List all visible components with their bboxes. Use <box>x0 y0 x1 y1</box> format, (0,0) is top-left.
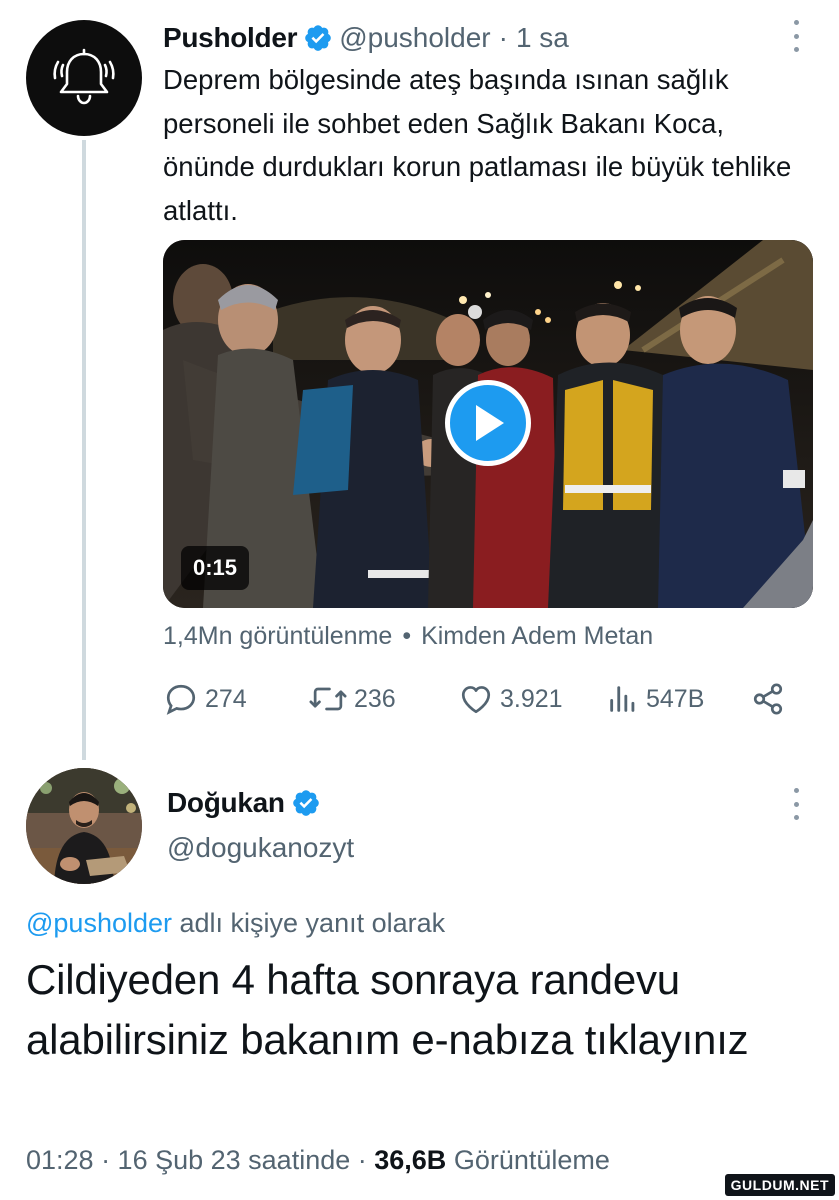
views-count: 547B <box>646 684 705 713</box>
video-player[interactable]: 0:15 <box>163 240 813 608</box>
tweet-text: Cildiyeden 4 hafta sonraya randevu alabi… <box>26 956 749 1063</box>
video-duration: 0:15 <box>181 546 250 590</box>
reply-context-text: adlı kişiye yanıt olarak <box>172 908 446 938</box>
view-count-line: 1,4Mn görüntülenme • Kimden Adem Metan <box>163 622 653 651</box>
tweet-metadata: 01:28 · 16 Şub 23 saatinde · 36,6B Görün… <box>26 1145 610 1176</box>
more-options-icon[interactable] <box>791 788 801 820</box>
separator-dot: · <box>498 22 508 53</box>
reply-button[interactable]: 274 <box>163 677 247 721</box>
profile-photo <box>26 768 142 884</box>
thread-connector-line <box>82 140 86 760</box>
retweet-icon <box>309 687 347 711</box>
like-icon <box>461 686 491 714</box>
bell-icon <box>53 48 115 105</box>
tweet-header: Pusholder @pusholder · 1 sa <box>163 18 569 58</box>
reply-count: 274 <box>205 684 247 713</box>
view-count: 36,6B <box>374 1145 447 1175</box>
like-button[interactable]: 3.921 <box>458 677 563 721</box>
avatar[interactable] <box>26 20 142 136</box>
reply-context: @pusholder adlı kişiye yanıt olarak <box>26 908 445 939</box>
reply-mention-link[interactable]: @pusholder <box>26 908 172 938</box>
video-source[interactable]: Kimden Adem Metan <box>421 622 653 650</box>
views-icon <box>610 686 635 712</box>
author-handle[interactable]: @dogukanozyt <box>167 832 354 864</box>
play-icon <box>476 405 504 441</box>
author-name[interactable]: Doğukan <box>167 787 285 819</box>
play-button[interactable] <box>445 380 531 466</box>
bullet-separator: • <box>402 622 412 650</box>
like-count: 3.921 <box>500 684 563 713</box>
author-handle[interactable]: @pusholder <box>339 22 490 54</box>
share-icon <box>753 683 783 715</box>
share-button[interactable] <box>751 677 791 721</box>
tweet-time[interactable]: 1 sa <box>516 22 569 54</box>
tweet-header: Doğukan <box>167 783 327 823</box>
watermark-logo: GULDUM.NET <box>724 1174 835 1196</box>
view-count-label: Görüntüleme <box>446 1145 610 1175</box>
verified-badge-icon <box>292 790 319 816</box>
tweet-action-bar: 274 236 3.921 547B <box>163 677 793 721</box>
verified-badge-icon <box>305 25 332 51</box>
view-count: 1,4Mn görüntülenme <box>163 622 393 650</box>
tweet-text: Deprem bölgesinde ateş başında ısınan sa… <box>163 64 792 226</box>
tweet-timestamp[interactable]: 01:28 · 16 Şub 23 saatinde · <box>26 1145 374 1175</box>
avatar[interactable] <box>26 768 142 884</box>
retweet-count: 236 <box>354 684 396 713</box>
reply-icon <box>166 684 196 715</box>
views-button[interactable]: 547B <box>606 677 704 721</box>
author-name[interactable]: Pusholder <box>163 22 298 54</box>
more-options-icon[interactable] <box>791 20 801 52</box>
retweet-button[interactable]: 236 <box>308 677 396 721</box>
